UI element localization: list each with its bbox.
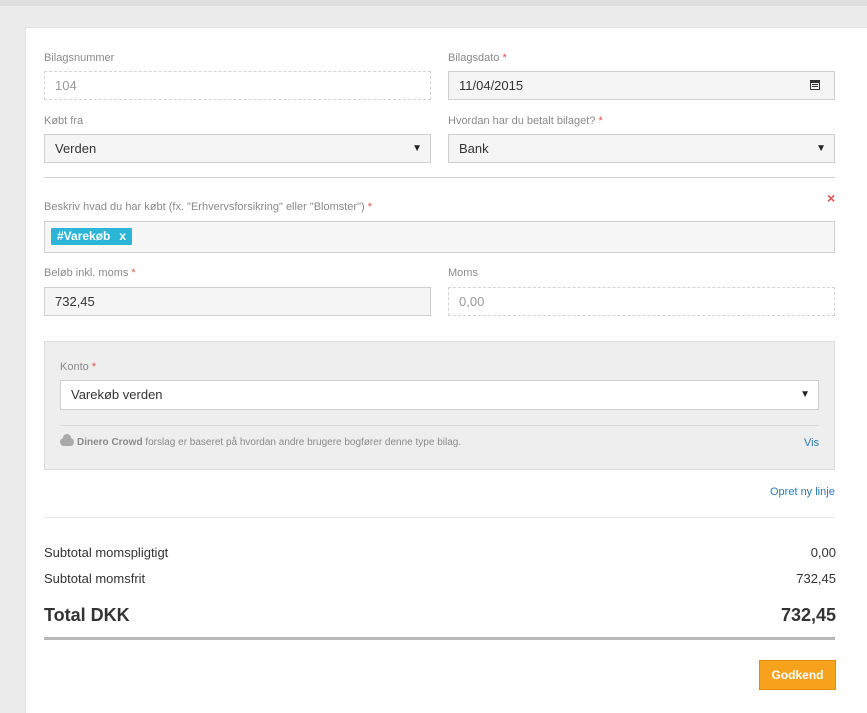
payment-method-label: Hvordan har du betalt bilaget? * — [448, 115, 603, 127]
bought-from-select[interactable]: Verden ▼ — [44, 134, 431, 163]
voucher-date-value: 11/04/2015 — [459, 78, 524, 93]
required-marker: * — [502, 52, 507, 64]
vat-label: Moms — [448, 267, 478, 279]
voucher-form-panel: Bilagsnummer 104 Bilagsdato * 11/04/2015… — [25, 27, 867, 713]
bought-from-value: Verden — [55, 141, 97, 156]
crowd-name: Dinero Crowd — [77, 437, 143, 448]
tag-remove-icon[interactable]: x — [119, 229, 126, 243]
caret-down-icon: ▼ — [800, 389, 810, 400]
total-label: Total DKK — [44, 605, 130, 625]
voucher-date-field[interactable]: 11/04/2015 — [448, 71, 835, 100]
voucher-number-field[interactable]: 104 — [44, 71, 431, 100]
caret-down-icon: ▼ — [816, 143, 826, 154]
required-marker: * — [598, 115, 603, 127]
voucher-number-label: Bilagsnummer — [44, 52, 115, 64]
remove-line-icon[interactable]: × — [827, 190, 835, 206]
crowd-show-link[interactable]: Vis — [804, 437, 819, 449]
subtotal-free-value: 732,45 — [796, 571, 836, 586]
caret-down-icon: ▼ — [412, 143, 422, 154]
approve-button[interactable]: Godkend — [759, 660, 836, 690]
account-select[interactable]: Varekøb verden ▼ — [60, 380, 819, 410]
amount-label: Beløb inkl. moms * — [44, 267, 136, 279]
payment-method-select[interactable]: Bank ▼ — [448, 134, 835, 163]
required-marker: * — [131, 267, 136, 279]
account-divider — [60, 425, 819, 426]
section-divider — [44, 177, 835, 178]
cloud-icon — [60, 434, 74, 447]
account-box: Konto * Varekøb verden ▼ Dinero Crowd fo… — [44, 341, 835, 470]
amount-input[interactable]: 732,45 — [44, 287, 431, 316]
account-label: Konto * — [60, 361, 97, 373]
account-value: Varekøb verden — [71, 387, 163, 402]
voucher-number-placeholder: 104 — [55, 78, 77, 93]
description-tag-input[interactable]: #Varekøb x — [44, 221, 835, 253]
voucher-date-label: Bilagsdato * — [448, 52, 507, 64]
calendar-icon[interactable] — [810, 80, 820, 90]
bought-from-label: Købt fra — [44, 115, 84, 127]
vat-placeholder: 0,00 — [459, 294, 485, 309]
crowd-suggestion: Dinero Crowd forslag er baseret på hvord… — [60, 434, 462, 448]
description-label: Beskriv hvad du har købt (fx. "Erhvervsf… — [44, 201, 372, 213]
crowd-text: forslag er baseret på hvordan andre brug… — [145, 437, 462, 448]
payment-method-value: Bank — [459, 141, 489, 156]
new-line-link[interactable]: Opret ny linje — [770, 486, 835, 498]
subtotal-vat-label: Subtotal momspligtigt — [44, 545, 169, 560]
required-marker: * — [367, 201, 372, 213]
top-bar — [0, 0, 867, 6]
subtotal-free-label: Subtotal momsfrit — [44, 571, 146, 586]
summary-divider — [44, 517, 835, 518]
tag-label: #Varekøb — [57, 229, 111, 243]
required-marker: * — [91, 361, 97, 373]
amount-value: 732,45 — [55, 294, 95, 309]
tag-chip: #Varekøb x — [51, 228, 133, 245]
total-underline — [44, 637, 835, 640]
vat-input[interactable]: 0,00 — [448, 287, 835, 316]
subtotal-vat-value: 0,00 — [810, 545, 836, 560]
total-value: 732,45 — [780, 605, 836, 625]
